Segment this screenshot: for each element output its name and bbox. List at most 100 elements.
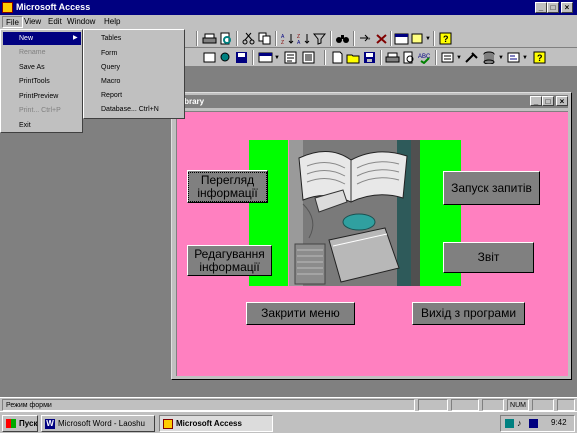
new-icon[interactable]: [330, 51, 345, 64]
spelling-icon[interactable]: ABC: [417, 51, 432, 65]
printer-icon[interactable]: [385, 51, 400, 64]
access-app-icon[interactable]: [2, 2, 13, 13]
exit-program-button[interactable]: Вихід з програми: [412, 302, 525, 325]
system-tray: ♪ 9:42: [500, 415, 575, 432]
save-disk-icon[interactable]: [362, 51, 377, 64]
task-word[interactable]: W Microsoft Word - Laoshu: [41, 415, 155, 432]
find-icon[interactable]: [335, 32, 350, 45]
file-menu-exit[interactable]: Exit: [3, 119, 81, 132]
new-object-icon[interactable]: [410, 32, 425, 45]
num-lock-indicator: NUM: [507, 399, 529, 411]
books-image: [289, 140, 420, 286]
maximize-button[interactable]: □: [547, 2, 559, 13]
close-button[interactable]: ×: [561, 2, 573, 13]
tray-app-icon[interactable]: [529, 419, 538, 428]
library-close-button[interactable]: ×: [556, 96, 568, 106]
help-pointer-icon[interactable]: ?: [532, 51, 547, 64]
svg-text:Z: Z: [281, 40, 284, 45]
file-menu-print-tools[interactable]: PrintTools: [3, 75, 81, 88]
submenu-arrow-icon: ▶: [73, 35, 78, 41]
save-icon[interactable]: [234, 51, 249, 64]
library-form-body: Перегляд інформації Редагування інформац…: [176, 111, 568, 376]
new-submenu: Tables Form Query Macro Report Database.…: [83, 29, 185, 119]
print-icon[interactable]: [202, 32, 217, 45]
file-menu-rename[interactable]: Rename: [3, 46, 81, 59]
filter-icon[interactable]: [312, 32, 327, 45]
new-query-item[interactable]: Query: [86, 61, 183, 75]
library-titlebar[interactable]: Library: [175, 95, 568, 108]
new-record-icon[interactable]: *: [358, 32, 373, 45]
file-menu-new[interactable]: New: [3, 32, 81, 45]
menu-file[interactable]: File: [2, 16, 23, 28]
app-titlebar: Microsoft Access: [0, 0, 577, 15]
database-window-icon[interactable]: [394, 32, 409, 45]
open-icon[interactable]: [346, 51, 361, 64]
task-access[interactable]: Microsoft Access: [159, 415, 273, 432]
properties-sheet-icon[interactable]: [440, 51, 455, 64]
sort-descending-icon[interactable]: ZA: [296, 32, 311, 46]
file-menu-save-as[interactable]: Save As: [3, 61, 81, 74]
edit-info-button[interactable]: Редагування інформації: [187, 245, 272, 276]
menu-edit[interactable]: Edit: [45, 16, 65, 28]
delete-record-icon[interactable]: [374, 32, 389, 45]
app-title: Microsoft Access: [16, 2, 91, 12]
database-icon[interactable]: [482, 51, 497, 65]
status-text: Режим форми: [2, 399, 415, 411]
svg-text:?: ?: [443, 34, 449, 44]
dropdown-arrow-icon[interactable]: ▼: [425, 36, 431, 42]
report-button[interactable]: Звіт: [443, 242, 534, 273]
status-panel: [451, 399, 479, 411]
status-panel: [532, 399, 554, 411]
code-icon[interactable]: [506, 51, 521, 64]
copy-icon[interactable]: [257, 32, 272, 45]
close-menu-button[interactable]: Закрити меню: [246, 302, 355, 325]
dropdown-arrow-icon[interactable]: ▼: [498, 55, 504, 61]
file-menu: New ▶ Rename Save As PrintTools PrintPre…: [0, 29, 83, 133]
new-database-item[interactable]: Database... Ctrl+N: [86, 103, 183, 117]
report-icon[interactable]: [283, 51, 298, 64]
word-icon: W: [45, 419, 55, 429]
library-window: Library _ □ × Перегляд інформації Редагу…: [171, 92, 572, 380]
preview-icon[interactable]: [218, 51, 233, 64]
access-icon: [163, 419, 173, 429]
status-panel: [482, 399, 504, 411]
minimize-button[interactable]: _: [535, 2, 547, 13]
new-macro-item[interactable]: Macro: [86, 75, 183, 89]
svg-text:*: *: [368, 38, 371, 44]
view-info-button[interactable]: Перегляд інформації: [187, 170, 268, 203]
view-icon[interactable]: [202, 51, 217, 64]
sort-ascending-icon[interactable]: AZ: [280, 32, 295, 46]
file-menu-print[interactable]: Print... Ctrl+P: [3, 104, 81, 117]
new-tables-item[interactable]: Tables: [86, 32, 183, 46]
volume-icon[interactable]: ♪: [517, 418, 522, 428]
help-icon[interactable]: ?: [438, 32, 453, 45]
run-queries-button[interactable]: Запуск запитів: [443, 171, 540, 205]
windows-logo-icon: [6, 419, 16, 428]
clock[interactable]: 9:42: [551, 418, 567, 427]
build-icon[interactable]: [464, 51, 479, 64]
status-panel: [418, 399, 448, 411]
menu-window[interactable]: Window: [64, 16, 98, 28]
preview-icon[interactable]: [218, 32, 233, 45]
dropdown-arrow-icon[interactable]: ▼: [522, 55, 528, 61]
library-maximize-button[interactable]: □: [542, 96, 554, 106]
library-minimize-button[interactable]: _: [530, 96, 542, 106]
menu-view[interactable]: View: [21, 16, 44, 28]
taskbar: Пуск W Microsoft Word - Laoshu Microsoft…: [0, 411, 577, 433]
status-panel: [557, 399, 575, 411]
new-form-item[interactable]: Form: [86, 47, 183, 61]
new-report-item[interactable]: Report: [86, 89, 183, 103]
tray-network-icon[interactable]: [505, 419, 514, 428]
menu-help[interactable]: Help: [101, 16, 123, 28]
file-menu-print-preview[interactable]: PrintPreview: [3, 90, 81, 103]
cut-icon[interactable]: [241, 32, 256, 45]
properties-icon[interactable]: [301, 51, 316, 64]
svg-text:?: ?: [537, 53, 543, 63]
print-preview-icon[interactable]: [401, 51, 416, 64]
svg-text:A: A: [297, 40, 301, 45]
statusbar: Режим форми NUM: [0, 397, 577, 411]
dropdown-arrow-icon[interactable]: ▼: [456, 55, 462, 61]
start-button[interactable]: Пуск: [2, 415, 38, 432]
dropdown-arrow-icon[interactable]: ▼: [274, 55, 280, 61]
form-icon[interactable]: [258, 51, 273, 64]
